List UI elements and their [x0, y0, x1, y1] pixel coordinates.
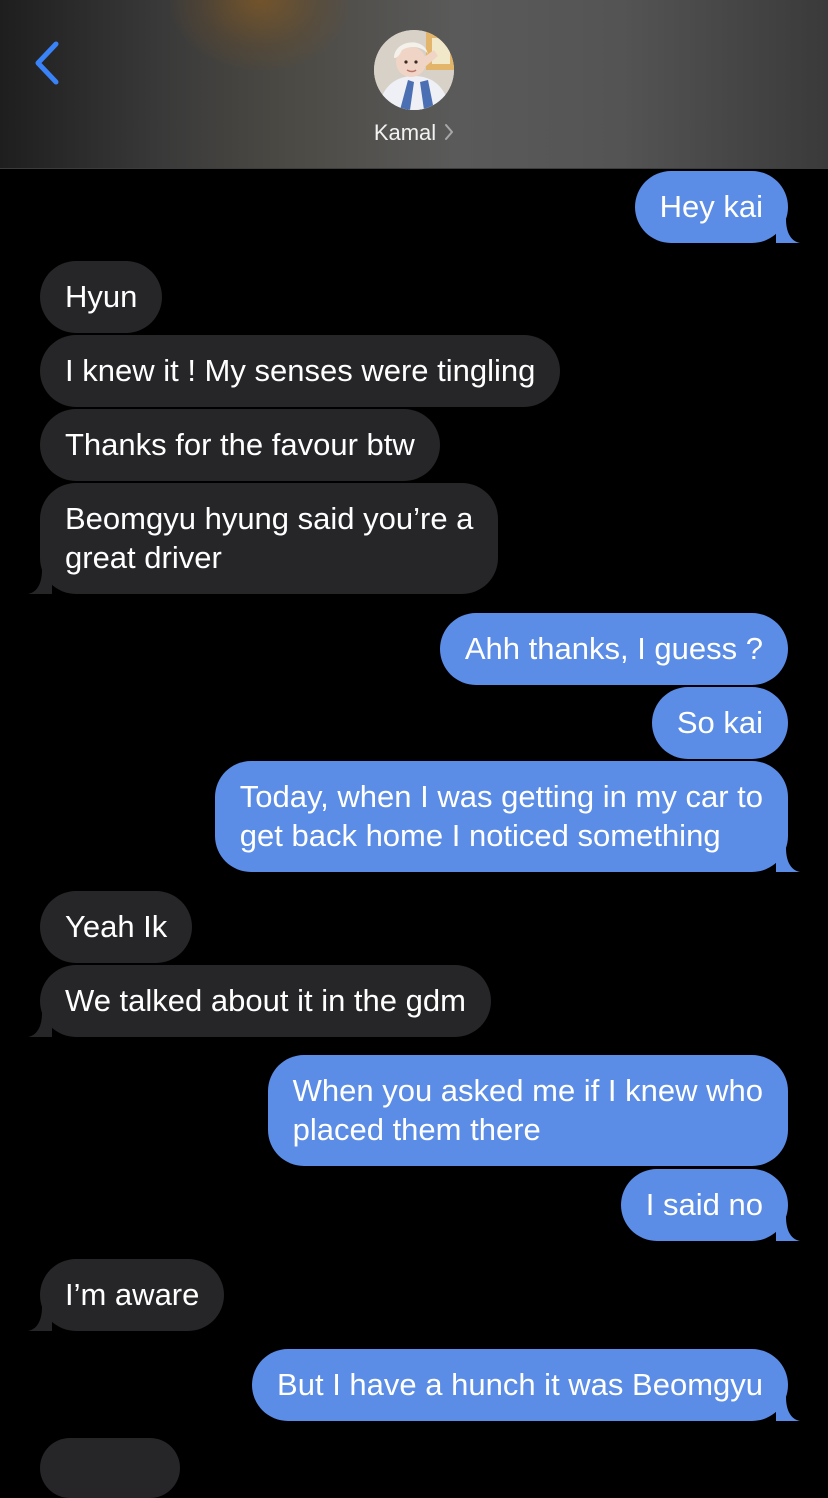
avatar-photo	[374, 30, 454, 110]
outgoing-message[interactable]: Ahh thanks, I guess ?	[439, 613, 788, 685]
incoming-message[interactable]: Hyun	[40, 261, 163, 333]
message-text-line: When you asked me if I knew who	[292, 1073, 763, 1108]
incoming-message[interactable]: Yeah Ik	[40, 891, 193, 963]
message-text: Yeah Ik	[65, 909, 168, 944]
bubble-tail	[28, 1013, 52, 1037]
outgoing-message[interactable]: Hey kai	[634, 171, 800, 243]
bubble-tail	[28, 570, 52, 594]
bubble-tail	[28, 1307, 52, 1331]
bubble-tail	[776, 848, 800, 872]
message-text: I knew it ! My senses were tingling	[65, 353, 536, 388]
outgoing-message[interactable]: But I have a hunch it was Beomgyu	[252, 1349, 800, 1421]
incoming-message[interactable]: I knew it ! My senses were tingling	[40, 335, 561, 407]
incoming-message[interactable]: Thanks for the favour btw	[40, 409, 440, 481]
message-text: Hyun	[65, 279, 138, 314]
message-text: Ahh thanks, I guess ?	[464, 631, 763, 666]
incoming-message[interactable]: Beomgyu hyung said you’re a great driver	[28, 483, 499, 594]
bubble-tail	[776, 1217, 800, 1241]
message-text: We talked about it in the gdm	[65, 983, 466, 1018]
contact-name: Kamal	[373, 120, 437, 145]
message-text-line: Beomgyu hyung said you’re a	[65, 501, 474, 536]
chevron-left-icon	[35, 41, 59, 85]
back-button[interactable]	[28, 38, 68, 90]
message-text: I’m aware	[65, 1277, 200, 1312]
message-text: So kai	[676, 705, 763, 740]
message-thread[interactable]: Hey kai Hyun I knew it ! My senses were …	[0, 0, 828, 1498]
message-text-line: get back home I noticed something	[239, 818, 721, 853]
outgoing-message[interactable]: So kai	[651, 687, 788, 759]
conversation-header: Kamal	[0, 0, 828, 169]
contact-avatar[interactable]	[374, 30, 454, 110]
outgoing-message[interactable]: I said no	[620, 1169, 800, 1241]
incoming-message-partial[interactable]	[40, 1438, 180, 1498]
contact-name-button[interactable]: Kamal	[0, 120, 828, 146]
message-text: But I have a hunch it was Beomgyu	[277, 1367, 763, 1402]
bubble-tail	[776, 219, 800, 243]
incoming-message[interactable]: I’m aware	[28, 1259, 225, 1331]
outgoing-message[interactable]: When you asked me if I knew who placed t…	[267, 1055, 788, 1166]
chevron-right-icon	[445, 124, 454, 140]
message-text: Thanks for the favour btw	[65, 427, 415, 462]
message-text-line: Today, when I was getting in my car to	[239, 779, 763, 814]
outgoing-message[interactable]: Today, when I was getting in my car to g…	[214, 761, 800, 872]
header-background-blur	[170, 0, 350, 70]
message-text-line: great driver	[65, 540, 222, 575]
incoming-message[interactable]: We talked about it in the gdm	[28, 965, 491, 1037]
message-text: I said no	[645, 1187, 763, 1222]
bubble-tail	[776, 1397, 800, 1421]
message-text-line: placed them there	[292, 1112, 541, 1147]
message-text: Hey kai	[659, 189, 763, 224]
